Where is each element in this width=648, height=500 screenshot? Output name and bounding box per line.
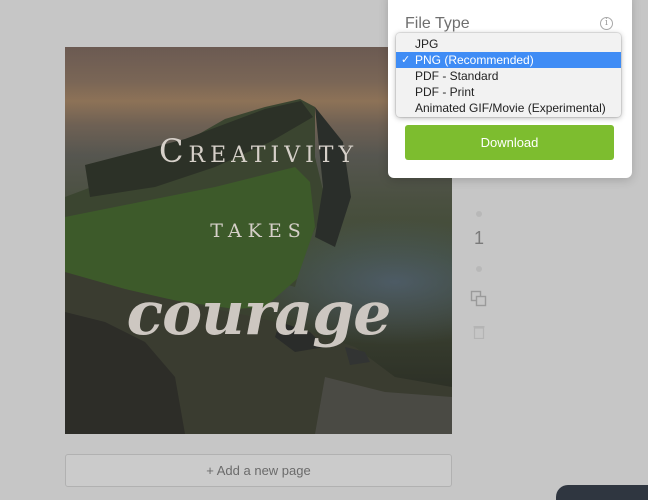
move-page-up-icon[interactable]	[476, 211, 482, 217]
download-button[interactable]: Download	[405, 125, 614, 160]
option-jpg[interactable]: JPG	[396, 36, 621, 52]
option-animated-gif[interactable]: Animated GIF/Movie (Experimental)	[396, 100, 621, 116]
option-pdf-print[interactable]: PDF - Print	[396, 84, 621, 100]
check-icon: ✓	[401, 54, 411, 66]
option-pdf-standard[interactable]: PDF - Standard	[396, 68, 621, 84]
headline-line-2: takes	[210, 213, 307, 244]
trash-icon[interactable]	[473, 324, 485, 344]
option-label: PNG (Recommended)	[415, 53, 534, 67]
option-label: PDF - Print	[415, 85, 475, 99]
chat-widget-tab[interactable]	[556, 485, 648, 500]
headline-line-3: courage	[126, 279, 392, 349]
page-number: 1	[473, 228, 484, 248]
option-label: Animated GIF/Movie (Experimental)	[415, 101, 606, 115]
file-type-label: File Type	[405, 15, 470, 32]
option-png[interactable]: ✓ PNG (Recommended)	[396, 52, 621, 68]
option-label: JPG	[415, 37, 439, 51]
option-label: PDF - Standard	[415, 69, 499, 83]
add-page-button[interactable]: + Add a new page	[65, 454, 452, 487]
move-page-down-icon[interactable]	[476, 266, 482, 272]
info-icon[interactable]: i	[600, 17, 613, 30]
copy-page-icon[interactable]	[470, 290, 488, 313]
file-type-dropdown[interactable]: JPG ✓ PNG (Recommended) PDF - Standard P…	[396, 33, 621, 117]
